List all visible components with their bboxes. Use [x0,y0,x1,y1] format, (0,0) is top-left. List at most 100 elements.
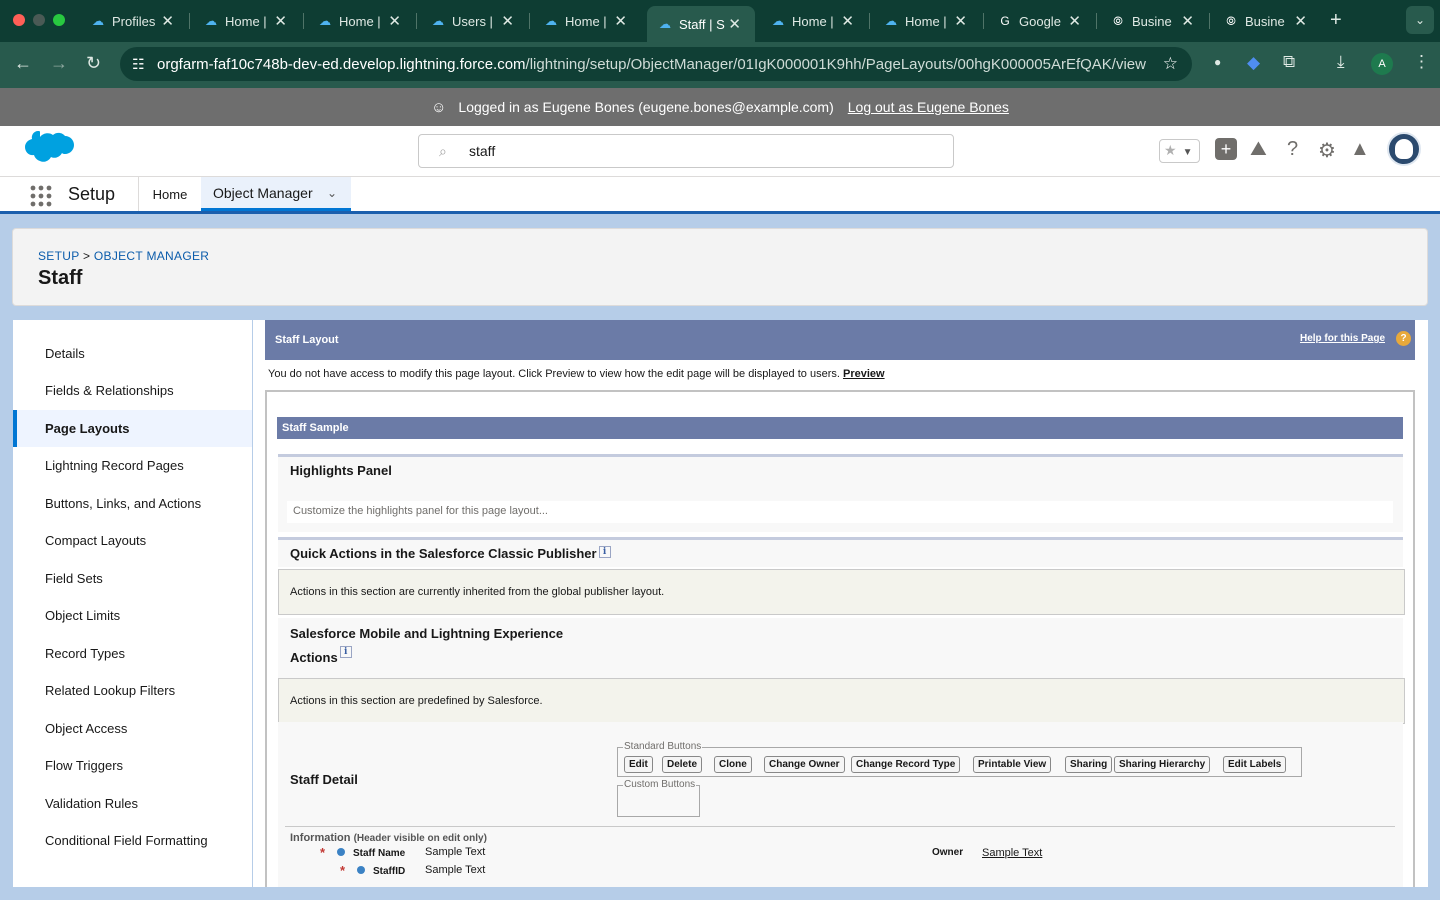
reload-button[interactable]: ↻ [86,53,101,74]
close-tab-icon[interactable]: ✕ [274,12,287,30]
maximize-window-button[interactable] [53,14,65,26]
sidebar-item-object-access[interactable]: Object Access [13,710,252,747]
tab-separator [983,13,984,29]
breadcrumb-object-manager-link[interactable]: OBJECT MANAGER [94,249,209,263]
tab-search-button[interactable]: ⌄ [1406,6,1434,34]
close-tab-icon[interactable]: ✕ [954,12,967,30]
minimize-window-button[interactable] [33,14,45,26]
change-record-type-button[interactable]: Change Record Type [851,756,961,773]
chevron-down-icon[interactable]: ⌄ [327,186,337,200]
breadcrumb-setup-link[interactable]: SETUP [38,249,79,263]
openai-icon: ⦾ [1226,13,1236,28]
owner-value[interactable]: Sample Text [982,847,1042,859]
help-for-page-link[interactable]: Help for this Page [1300,333,1385,344]
change-owner-button[interactable]: Change Owner [764,756,845,773]
close-tab-icon[interactable]: ✕ [728,15,741,33]
back-button[interactable]: ← [14,53,32,74]
browser-tab[interactable]: G Google ✕ [987,8,1095,34]
edit-button[interactable]: Edit [624,756,653,773]
field-label: Staff Name [353,848,406,859]
download-icon[interactable]: ⤓ [1337,52,1345,72]
app-launcher-icon[interactable] [30,185,52,207]
info-icon[interactable]: i [598,546,611,558]
page-title: Staff [38,267,83,289]
sidebar-item-fields-relationships[interactable]: Fields & Relationships [13,372,252,409]
sidebar-item-conditional-field-formatting[interactable]: Conditional Field Formatting [13,822,252,859]
sidebar-item-details[interactable]: Details [13,335,252,372]
global-header: ⌕ staff ★ ▼ + ⛰ ? ⚙ ▲ [0,126,1440,177]
sidebar-item-flow-triggers[interactable]: Flow Triggers [13,747,252,784]
sharing-button[interactable]: Sharing [1065,756,1113,773]
browser-menu-icon[interactable]: ⋮ [1413,52,1430,72]
salesforce-cloud-icon: ☁ [659,17,671,31]
preview-link[interactable]: Preview [843,368,885,380]
salesforce-logo-icon[interactable] [15,131,75,173]
close-window-button[interactable] [13,14,25,26]
sidebar-item-buttons-links-and-actions[interactable]: Buttons, Links, and Actions [13,485,252,522]
delete-button[interactable]: Delete [662,756,703,773]
search-icon: ⌕ [439,142,447,159]
sidebar-item-lightning-record-pages[interactable]: Lightning Record Pages [13,447,252,484]
sidebar-item-page-layouts[interactable]: Page Layouts [13,410,252,447]
extension-diamond-icon[interactable]: ◆ [1247,53,1260,73]
layout-title-bar: Staff Layout Help for this Page ? [265,320,1415,360]
sidebar-item-compact-layouts[interactable]: Compact Layouts [13,522,252,559]
close-tab-icon[interactable]: ✕ [161,12,174,30]
notifications-bell-icon[interactable]: ▲ [1350,138,1370,161]
close-tab-icon[interactable]: ✕ [614,12,627,30]
favorites-button[interactable]: ★ ▼ [1159,139,1200,163]
profile-avatar[interactable]: A [1371,53,1393,75]
browser-tab[interactable]: ☁ Staff | S ✕ [647,6,755,42]
browser-tab[interactable]: ☁ Home | ✕ [873,8,981,34]
browser-tab[interactable]: ☁ Profiles ✕ [80,8,188,34]
field-value: Sample Text [425,846,486,858]
global-actions-add-icon[interactable]: + [1215,138,1237,160]
help-question-icon[interactable]: ? [1396,331,1411,346]
browser-tab[interactable]: ⦾ Busine ✕ [1100,8,1208,34]
sidebar-item-related-lookup-filters[interactable]: Related Lookup Filters [13,672,252,709]
browser-tab[interactable]: ☁ Home | ✕ [533,8,641,34]
setup-gear-icon[interactable]: ⚙ [1318,138,1336,163]
extensions-puzzle-icon[interactable]: ⧉ [1283,52,1295,72]
close-tab-icon[interactable]: ✕ [388,12,401,30]
trailhead-icon[interactable]: ⛰ [1250,138,1267,161]
close-tab-icon[interactable]: ✕ [1181,12,1194,30]
highlights-panel-title: Highlights Panel [290,463,392,478]
global-search-input[interactable]: ⌕ staff [418,134,954,168]
setup-navigation-bar: Setup Home Object Manager ⌄ [0,177,1440,214]
close-tab-icon[interactable]: ✕ [1068,12,1081,30]
close-tab-icon[interactable]: ✕ [501,12,514,30]
browser-tab[interactable]: ☁ Home | ✕ [193,8,301,34]
user-avatar[interactable] [1387,132,1421,166]
info-icon[interactable]: i [339,646,352,658]
classic-publisher-title: Quick Actions in the Salesforce Classic … [278,540,1403,567]
browser-tab[interactable]: ☁ Home | ✕ [760,8,868,34]
browser-tab[interactable]: ☁ Home | ✕ [307,8,415,34]
standard-buttons-group: Standard Buttons Edit Delete Clone Change O… [617,741,1302,777]
browser-tab[interactable]: ☁ Users | ✕ [420,8,528,34]
tab-home[interactable]: Home [138,177,201,211]
highlights-panel-placeholder[interactable]: Customize the highlights panel for this … [287,501,1393,523]
site-info-icon[interactable]: ☷ [132,56,145,73]
address-bar[interactable]: ☷ orgfarm-faf10c748b-dev-ed.develop.ligh… [120,47,1192,81]
tab-object-manager[interactable]: Object Manager ⌄ [201,177,351,211]
edit-labels-button[interactable]: Edit Labels [1223,756,1287,773]
forward-button[interactable]: → [50,53,68,74]
bookmark-star-icon[interactable]: ☆ [1163,54,1178,74]
browser-tab[interactable]: ⦾ Busine ✕ [1213,8,1321,34]
astro-avatar-icon [1395,139,1413,159]
sidebar-item-object-limits[interactable]: Object Limits [13,597,252,634]
information-section-header: Information (Header visible on edit only… [290,832,487,844]
help-icon[interactable]: ? [1287,138,1298,161]
new-tab-button[interactable]: + [1330,9,1342,32]
close-tab-icon[interactable]: ✕ [1294,12,1307,30]
extension-dot-icon[interactable]: ● [1214,55,1221,69]
close-tab-icon[interactable]: ✕ [841,12,854,30]
sidebar-item-record-types[interactable]: Record Types [13,635,252,672]
sidebar-item-field-sets[interactable]: Field Sets [13,560,252,597]
clone-button[interactable]: Clone [714,756,752,773]
printable-view-button[interactable]: Printable View [973,756,1052,773]
sharing-hierarchy-button[interactable]: Sharing Hierarchy [1114,756,1211,773]
logout-link[interactable]: Log out as Eugene Bones [848,99,1009,115]
sidebar-item-validation-rules[interactable]: Validation Rules [13,785,252,822]
